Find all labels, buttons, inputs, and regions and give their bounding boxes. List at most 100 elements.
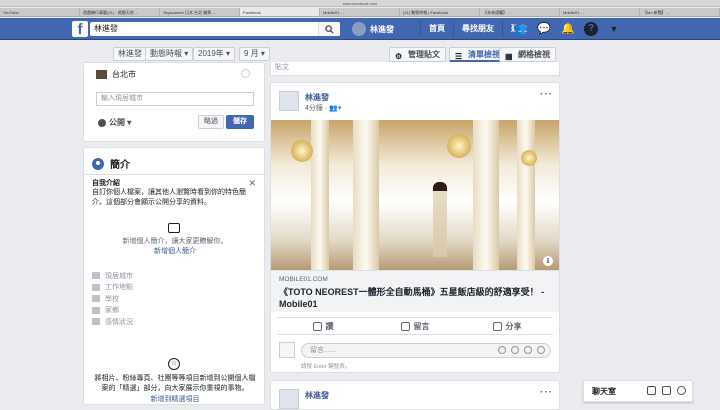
messenger-icon[interactable]: 💬 <box>536 21 552 37</box>
comment-label: 留言 <box>413 321 430 331</box>
nav-home[interactable]: 首頁 <box>420 21 453 37</box>
share-button[interactable]: 分享 <box>461 318 553 334</box>
timeline-view-select[interactable]: 動態時報 ▾ <box>145 47 194 61</box>
posts-header: 貼文 <box>270 62 560 76</box>
grid-view-button[interactable]: ▦ 網格檢視 <box>499 47 556 62</box>
browser-tab[interactable]: Mobile01 ... <box>320 8 400 16</box>
chat-tools <box>641 386 686 395</box>
location-card: 台北市 輸入現居城市 公開 ▾ 略過 儲存 <box>83 62 265 142</box>
browser-tab-active[interactable]: Facebook <box>240 8 320 16</box>
view-select-label: 動態時報 <box>150 49 182 58</box>
friends-icon[interactable]: 👥▾ <box>329 105 341 112</box>
add-featured-link[interactable]: 新增到精選項目 <box>84 394 266 404</box>
city-radio[interactable] <box>241 69 250 78</box>
info-icon[interactable]: i <box>543 256 553 266</box>
like-button[interactable]: 讚 <box>277 318 369 334</box>
search-button[interactable] <box>318 22 340 36</box>
browser-tab[interactable]: 【未來遠矚】 ... <box>480 8 560 16</box>
star-icon: ☆ <box>168 358 180 370</box>
browser-tab[interactable]: YouTube <box>0 8 80 16</box>
post-link-image[interactable]: i <box>271 120 559 270</box>
profile-name: 林進發 <box>370 24 394 34</box>
city-input[interactable]: 輸入現居城市 <box>96 92 254 106</box>
browser-tabs: YouTube 遊戲機行事曆(21) - 遊戲天地 ... Skyscanner… <box>0 8 720 17</box>
post-card: 林進發 ··· <box>270 380 560 410</box>
manage-posts-label: 管理貼文 <box>408 50 440 59</box>
year-select-label: 2019年 <box>198 49 224 58</box>
browser-tab[interactable]: Mobile01 ... <box>560 8 640 16</box>
intro-title: 簡介 <box>110 160 130 171</box>
profile-link[interactable]: 林進發 <box>352 21 394 37</box>
browser-tab[interactable]: 【Mo 新聞】 ... <box>640 8 720 16</box>
search-input[interactable]: 林進發 <box>90 22 340 36</box>
notifications-icon[interactable]: 🔔 <box>560 21 576 37</box>
privacy-selector[interactable]: 公開 ▾ <box>98 117 131 128</box>
intro-card: 簡介 自我介紹 ✕ 自訂你個人檔案，讓其他人瀏覽時看到你的特色簡介。這個部分會顯… <box>83 147 266 405</box>
privacy-label: 公開 <box>109 118 125 127</box>
image-person <box>433 182 447 257</box>
post-author[interactable]: 林進發 <box>305 390 329 401</box>
new-group-icon[interactable] <box>662 386 671 395</box>
speech-bubble-icon <box>168 223 180 233</box>
gif-icon[interactable] <box>524 346 532 354</box>
chat-label: 聊天室 <box>592 387 616 396</box>
image-column <box>473 120 499 270</box>
timeline-name-tab[interactable]: 林進發 <box>113 47 147 61</box>
intro-header: 簡介 <box>92 156 130 171</box>
nav-find-friends[interactable]: 尋找朋友 <box>453 21 502 37</box>
link-domain: MOBILE01.COM <box>279 276 328 283</box>
intro-item-school[interactable]: 學校 <box>92 293 133 305</box>
friend-requests-icon[interactable]: 👥 <box>512 21 528 37</box>
account-menu-icon[interactable]: ▼ <box>606 21 622 37</box>
facebook-logo-icon[interactable]: f <box>72 21 88 38</box>
avatar[interactable] <box>279 91 299 111</box>
graduation-cap-icon <box>92 295 100 303</box>
intro-item-label: 現居城市 <box>105 272 133 280</box>
save-button[interactable]: 儲存 <box>226 115 254 129</box>
post-meta: 4分鐘 · 👥▾ <box>305 105 342 112</box>
city-label: 台北市 <box>112 70 136 79</box>
skip-button[interactable]: 略過 <box>198 115 224 129</box>
bio-description: 自訂你個人檔案，讓其他人瀏覽時看到你的特色簡介。這個部分會顯示公開分享的資料。 <box>92 189 246 206</box>
share-label: 分享 <box>505 321 522 331</box>
manage-posts-button[interactable]: ⚙ 管理貼文 <box>389 47 446 62</box>
link-preview[interactable]: MOBILE01.COM 《TOTO NEOREST一體形全自動馬桶》五星飯店級… <box>271 270 559 312</box>
add-bio-hint: 新增個人簡介，讓大家更瞭解你。 <box>122 238 228 245</box>
add-bio-link[interactable]: 新增個人簡介 <box>84 246 266 256</box>
help-icon[interactable]: ? <box>584 22 598 36</box>
list-view-button[interactable]: ☰ 清單檢視 <box>449 47 506 62</box>
emoji-icon[interactable] <box>498 346 506 354</box>
camera-icon[interactable] <box>511 346 519 354</box>
year-select[interactable]: 2019年 ▾ <box>193 47 236 61</box>
chat-bar[interactable]: 聊天室 <box>583 380 693 402</box>
month-select[interactable]: 9 月 ▾ <box>239 47 270 61</box>
avatar <box>352 22 366 36</box>
more-options-icon[interactable]: ··· <box>540 387 553 398</box>
intro-item-work[interactable]: 工作地點 <box>92 282 133 294</box>
image-chandelier <box>291 140 313 162</box>
image-column <box>517 120 535 270</box>
intro-item-relationship[interactable]: 感情狀況 <box>92 316 133 328</box>
browser-tab[interactable]: Skyscanner 日本 台北 機票 ... <box>160 8 240 16</box>
comment-button[interactable]: 留言 <box>369 318 461 334</box>
post-author[interactable]: 林進發 <box>305 92 329 103</box>
gear-icon[interactable] <box>677 386 686 395</box>
featured-description: 將相片、粉絲專頁、社團等等項目新增到公開個人檔案的「精選」部分，向大家展示你重視… <box>94 375 256 392</box>
intro-item-city[interactable]: 現居城市 <box>92 270 133 282</box>
comment-tools <box>493 346 545 354</box>
sticker-icon[interactable] <box>537 346 545 354</box>
browser-tab[interactable]: (21) 動態時報 | Facebook <box>400 8 480 16</box>
intro-item-label: 工作地點 <box>105 284 133 292</box>
browser-tab[interactable]: 遊戲機行事曆(21) - 遊戲天地 ... <box>80 8 160 16</box>
url-bar[interactable]: www.facebook.com <box>330 1 390 6</box>
new-message-icon[interactable] <box>647 386 656 395</box>
avatar[interactable] <box>279 389 299 409</box>
facebook-topbar: f 林進發 林進發 首頁 尋找朋友 建立 👥 💬 🔔 ? ▼ <box>0 18 720 40</box>
bio-title: 自我介紹 <box>92 180 120 187</box>
more-options-icon[interactable]: ··· <box>540 89 553 100</box>
post-time[interactable]: 4分鐘 <box>305 105 323 112</box>
city-option[interactable]: 台北市 <box>96 69 136 80</box>
intro-item-hometown[interactable]: 家鄉 <box>92 305 133 317</box>
post-actions: 讚 留言 分享 <box>277 317 553 335</box>
posts-header-label: 貼文 <box>275 64 289 71</box>
